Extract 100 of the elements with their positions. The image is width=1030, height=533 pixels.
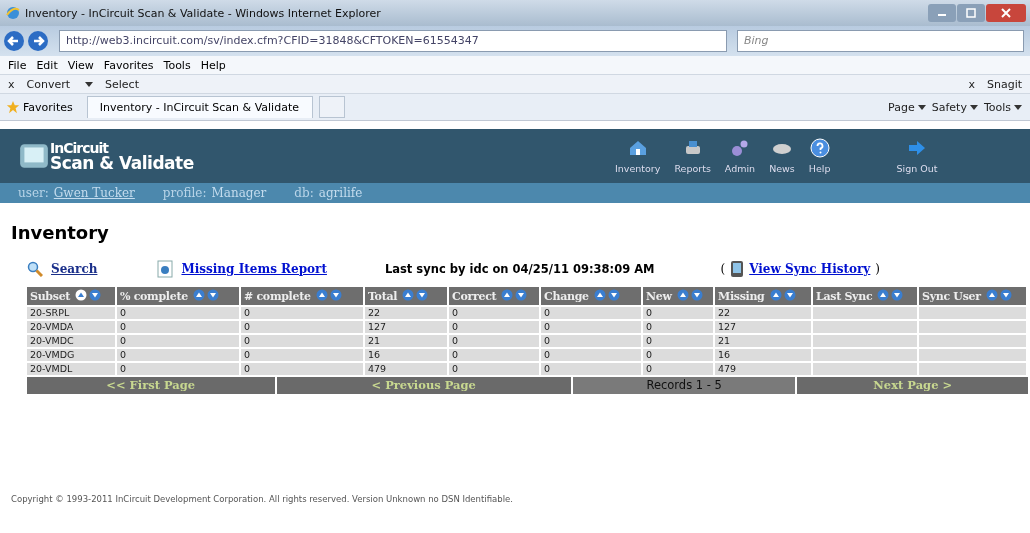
sort-ascending-icon[interactable]: [402, 289, 415, 301]
sort-ascending-icon[interactable]: [676, 289, 689, 301]
nav-label: Reports: [674, 163, 711, 174]
table-cell: 0: [541, 349, 641, 361]
window-title: Inventory - InCircuit Scan & Validate - Windows Internet Explorer: [25, 6, 381, 20]
column-header[interactable]: Last Sync: [813, 287, 917, 305]
sort-ascending-icon[interactable]: [593, 289, 606, 301]
forward-icon[interactable]: [27, 30, 49, 52]
table-cell: 20-VMDA: [27, 321, 115, 333]
nav-item[interactable]: Sign Out: [889, 138, 945, 174]
sort-ascending-icon[interactable]: [877, 289, 890, 301]
table-cell: 16: [365, 349, 447, 361]
close-toolbar-button[interactable]: x: [968, 77, 975, 91]
table-cell: 0: [117, 349, 239, 361]
command-menu[interactable]: Tools: [983, 100, 1022, 114]
menu-item[interactable]: Favorites: [103, 58, 154, 72]
nav-label: Inventory: [615, 163, 661, 174]
sort-descending-icon[interactable]: [891, 289, 904, 301]
select-button[interactable]: Select: [105, 77, 139, 91]
command-menu[interactable]: Page: [888, 100, 926, 114]
nav-label: Help: [808, 163, 831, 174]
column-header[interactable]: Correct: [449, 287, 539, 305]
table-cell: 20-VMDG: [27, 349, 115, 361]
sync-status: Last sync by idc on 04/25/11 09:38:09 AM: [384, 262, 655, 276]
table-cell: 0: [643, 335, 713, 347]
close-icon: [1001, 8, 1011, 18]
search-field[interactable]: Bing: [737, 30, 1024, 52]
table-cell: 0: [117, 335, 239, 347]
sort-descending-icon[interactable]: [783, 289, 796, 301]
command-menu[interactable]: Safety: [931, 100, 978, 114]
table-cell: 0: [643, 363, 713, 375]
caret-icon[interactable]: [85, 81, 93, 87]
menu-item[interactable]: Tools: [163, 58, 191, 72]
sort-descending-icon[interactable]: [999, 289, 1012, 301]
column-header[interactable]: Missing: [715, 287, 811, 305]
sort-descending-icon[interactable]: [206, 289, 219, 301]
first-page-button[interactable]: << First Page: [27, 377, 275, 394]
sort-ascending-icon[interactable]: [75, 289, 88, 301]
house-icon: [627, 138, 648, 158]
back-icon[interactable]: [3, 30, 25, 52]
close-button[interactable]: [986, 4, 1026, 22]
column-header[interactable]: # complete: [241, 287, 363, 305]
menu-item[interactable]: Help: [200, 58, 226, 72]
nav-item[interactable]: Reports: [667, 138, 718, 174]
snagit-button[interactable]: Snagit: [986, 77, 1022, 91]
close-toolbar-button[interactable]: x: [8, 77, 15, 91]
sort-descending-icon[interactable]: [515, 289, 528, 301]
table-cell: 20-VMDC: [27, 335, 115, 347]
column-header[interactable]: Sync User: [919, 287, 1026, 305]
sync-history-link[interactable]: View Sync History: [749, 262, 871, 276]
previous-page-button[interactable]: < Previous Page: [276, 377, 571, 394]
table-cell: 0: [241, 349, 363, 361]
help-icon: [809, 138, 830, 158]
sort-ascending-icon[interactable]: [192, 289, 205, 301]
table-cell: 22: [365, 307, 447, 319]
menu-item[interactable]: View: [67, 58, 94, 72]
menu-item[interactable]: File: [8, 58, 27, 72]
table-cell: 127: [365, 321, 447, 333]
sort-ascending-icon[interactable]: [501, 289, 514, 301]
sort-descending-icon[interactable]: [690, 289, 703, 301]
table-cell: 479: [715, 363, 811, 375]
table-cell: 0: [449, 363, 539, 375]
table-cell: 0: [449, 321, 539, 333]
column-header[interactable]: New: [643, 287, 713, 305]
device-icon: [730, 260, 745, 278]
table-cell: 0: [449, 335, 539, 347]
menu-item[interactable]: Edit: [36, 58, 58, 72]
document-info-icon: [157, 260, 174, 278]
nav-item[interactable]: News: [762, 138, 802, 174]
table-cell: 0: [241, 335, 363, 347]
table-cell: 0: [241, 363, 363, 375]
next-page-button[interactable]: Next Page >: [797, 377, 1028, 394]
address-field[interactable]: http://web3.incircuit.com/sv/index.cfm?CFID=31848&CFTOKEN=61554347: [59, 30, 727, 52]
nav-item[interactable]: Help: [801, 138, 838, 174]
browser-tab[interactable]: Inventory - InCircuit Scan & Validate: [86, 96, 313, 118]
report-link[interactable]: Missing Items Report: [181, 262, 327, 276]
minimize-button[interactable]: [928, 4, 956, 22]
sort-ascending-icon[interactable]: [769, 289, 782, 301]
table-cell: 0: [449, 349, 539, 361]
sort-ascending-icon[interactable]: [985, 289, 998, 301]
gears-icon: [730, 138, 750, 158]
table-cell: 0: [541, 335, 641, 347]
column-header[interactable]: Subset: [27, 287, 115, 305]
user-info-value: agrilife: [318, 186, 363, 200]
column-header[interactable]: % complete: [117, 287, 239, 305]
favorites-button[interactable]: Favorites: [4, 97, 81, 117]
sort-ascending-icon[interactable]: [315, 289, 328, 301]
nav-item[interactable]: Inventory: [608, 138, 668, 174]
sort-descending-icon[interactable]: [416, 289, 429, 301]
table-cell: 0: [643, 321, 713, 333]
star-icon: [6, 100, 20, 114]
nav-item[interactable]: Admin: [717, 138, 763, 174]
sort-descending-icon[interactable]: [329, 289, 342, 301]
table-cell: 0: [449, 307, 539, 319]
sort-descending-icon[interactable]: [607, 289, 620, 301]
search-link[interactable]: Search: [51, 262, 98, 276]
column-header[interactable]: Change: [541, 287, 641, 305]
convert-button[interactable]: Convert: [26, 77, 70, 91]
sort-descending-icon[interactable]: [89, 289, 102, 301]
column-header[interactable]: Total: [365, 287, 447, 305]
